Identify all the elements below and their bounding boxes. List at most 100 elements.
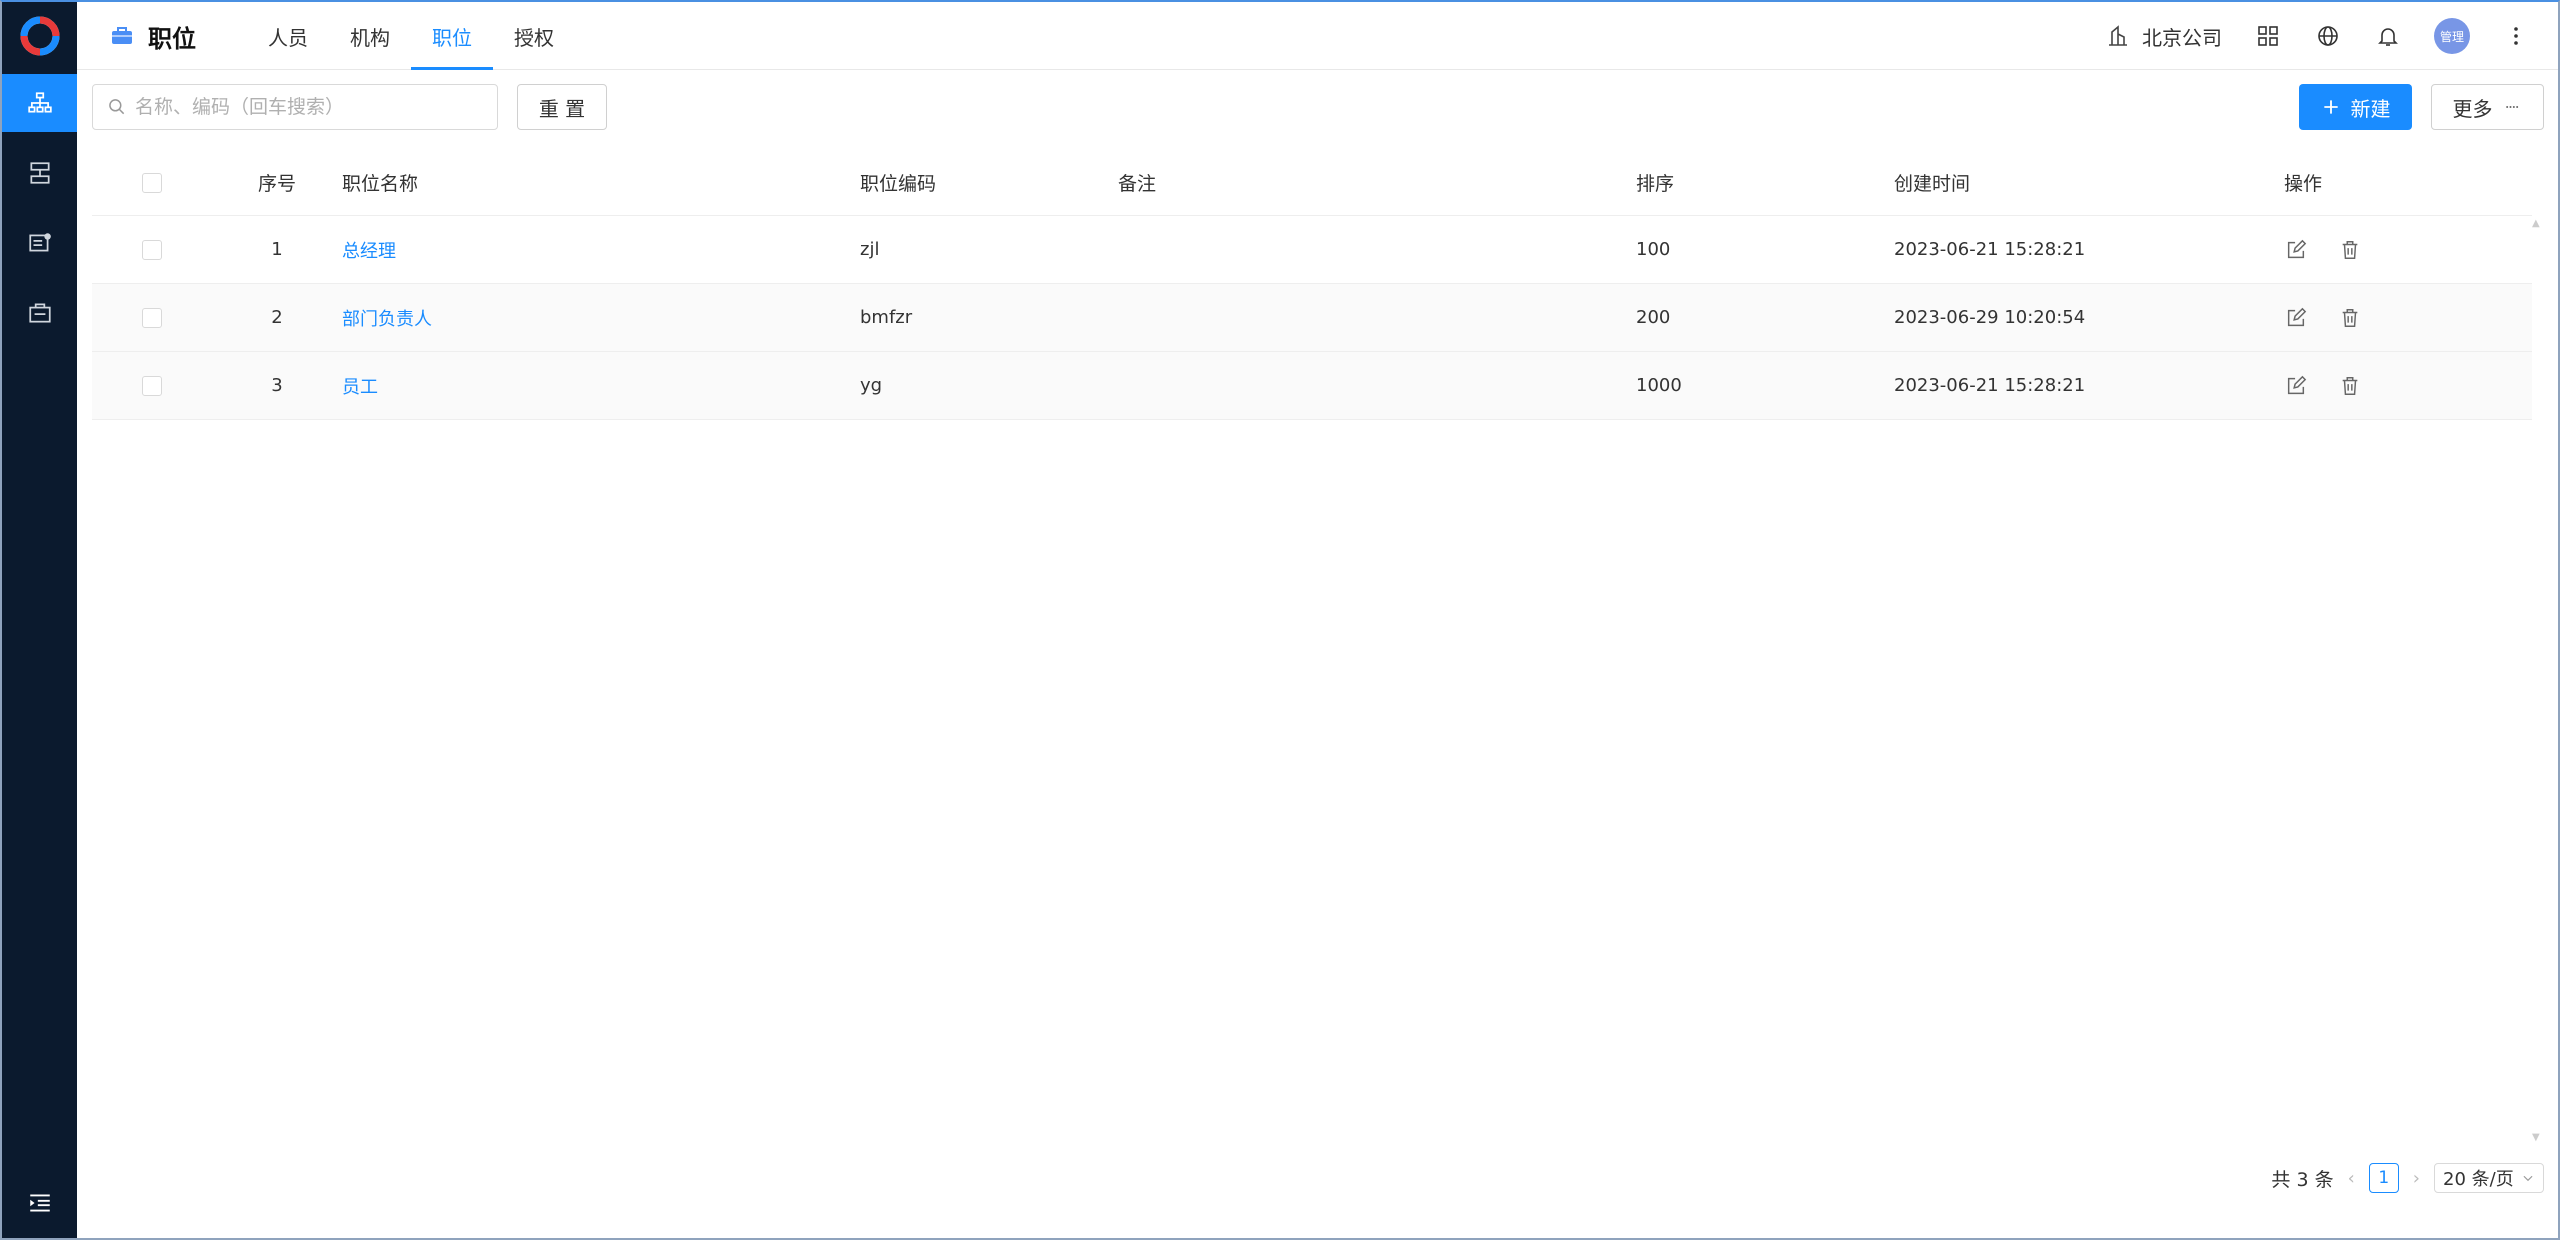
prev-page-button[interactable]: ‹ (2348, 1168, 2355, 1189)
total-count: 共 3 条 (2271, 1168, 2334, 1191)
pagination: 共 3 条 ‹ 1 › 20 条/页 (2271, 1162, 2544, 1194)
row-created: 2023-06-29 10:20:54 (1894, 307, 2086, 328)
edit-icon (2287, 239, 2307, 258)
position-name-link[interactable]: 总经理 (342, 237, 396, 263)
more-vertical-icon (2514, 27, 2518, 45)
row-name-cell: 部门负责人 (342, 284, 860, 351)
row-note (1118, 284, 1636, 351)
notification-button[interactable] (2374, 22, 2402, 50)
col-ops-header: 操作 (2284, 173, 2323, 195)
tab-position[interactable]: 职位 (411, 2, 493, 70)
row-name-cell: 员工 (342, 352, 860, 419)
sidebar-item-user-card[interactable] (2, 214, 77, 272)
user-card-icon (28, 233, 51, 252)
sidebar-item-server[interactable] (2, 144, 77, 202)
row-created: 2023-06-21 15:28:21 (1894, 375, 2086, 396)
row-code: bmfzr (860, 307, 913, 328)
row-note (1118, 216, 1636, 283)
position-name-link[interactable]: 部门负责人 (342, 305, 432, 331)
menu-fold-icon (29, 1194, 50, 1212)
scroll-up-indicator[interactable]: ▲ (2532, 218, 2540, 229)
select-all-cell (92, 150, 212, 215)
ellipsis-icon (2505, 106, 2518, 108)
row-select-cell (92, 352, 212, 419)
row-ops (2284, 352, 2532, 419)
tab-personnel[interactable]: 人员 (247, 2, 329, 70)
avatar[interactable]: 管理 (2434, 18, 2470, 54)
company-name: 北京公司 (2142, 25, 2222, 50)
row-select-cell (92, 284, 212, 351)
globe-icon (2318, 26, 2338, 46)
col-code-header: 职位编码 (860, 173, 937, 195)
row-checkbox[interactable] (142, 239, 162, 260)
org-tree-icon (27, 92, 52, 113)
server-icon (29, 162, 50, 184)
col-index-header: 序号 (257, 173, 296, 195)
trash-icon (2342, 308, 2358, 327)
row-sort: 200 (1636, 307, 1671, 328)
sidebar-collapse-button[interactable] (2, 1178, 77, 1228)
search-input[interactable] (135, 96, 475, 118)
grid-icon (2258, 26, 2278, 46)
reset-button[interactable]: 重 置 (517, 84, 607, 130)
edit-button[interactable] (2284, 238, 2308, 262)
tab-bar: 人员 机构 职位 授权 (247, 2, 575, 70)
tab-authorization[interactable]: 授权 (493, 2, 575, 70)
row-ops (2284, 284, 2532, 351)
row-created: 2023-06-21 15:28:21 (1894, 239, 2086, 260)
page-size-select[interactable]: 20 条/页 (2434, 1163, 2544, 1193)
delete-button[interactable] (2338, 306, 2362, 330)
search-box (92, 84, 498, 130)
row-code: zjl (860, 239, 880, 260)
row-sort: 1000 (1636, 375, 1682, 396)
row-select-cell (92, 216, 212, 283)
module-title-text: 职位 (148, 24, 196, 53)
table-header-row: 序号 职位名称 职位编码 备注 排序 创建时间 操作 (92, 150, 2532, 216)
table-row: 3 员工 yg 1000 2023-06-21 15:28:21 (92, 352, 2532, 420)
page-size-value: 20 条/页 (2443, 1169, 2514, 1190)
sidebar-item-briefcase[interactable] (2, 284, 77, 342)
row-index: 1 (271, 239, 283, 260)
tab-organization[interactable]: 机构 (329, 2, 411, 70)
col-sort-header: 排序 (1636, 173, 1675, 195)
select-all-checkbox[interactable] (142, 172, 162, 193)
row-ops (2284, 216, 2532, 283)
row-checkbox[interactable] (142, 375, 162, 396)
delete-button[interactable] (2338, 374, 2362, 398)
page-number-current[interactable]: 1 (2368, 1163, 2399, 1193)
chevron-down-icon (2523, 1175, 2533, 1182)
briefcase-icon (28, 303, 51, 323)
company-switcher[interactable]: 北京公司 (2106, 22, 2222, 51)
table-row: 1 总经理 zjl 100 2023-06-21 15:28:21 (92, 216, 2532, 284)
header-actions: 北京公司 管理 (2106, 2, 2530, 70)
col-name-header: 职位名称 (342, 173, 419, 195)
row-checkbox[interactable] (142, 307, 162, 328)
row-sort: 100 (1636, 239, 1671, 260)
building-icon (2109, 25, 2127, 46)
more-menu-button[interactable] (2502, 22, 2530, 50)
edit-button[interactable] (2284, 374, 2308, 398)
app-window: 职位 人员 机构 职位 授权 北京公司 管理 名称、编码（回车搜索） 重 置 新… (0, 0, 2560, 1240)
position-name-link[interactable]: 员工 (342, 373, 378, 399)
edit-button[interactable] (2284, 306, 2308, 330)
plus-icon (2323, 100, 2338, 114)
next-page-button[interactable]: › (2413, 1168, 2420, 1189)
edit-icon (2287, 375, 2307, 394)
more-button-label: 更多 (2452, 96, 2493, 121)
more-button[interactable]: 更多 (2431, 84, 2544, 130)
row-code: yg (860, 375, 883, 396)
apps-grid-button[interactable] (2254, 22, 2282, 50)
briefcase-icon (112, 27, 132, 44)
row-index: 3 (271, 375, 283, 396)
delete-button[interactable] (2338, 238, 2362, 262)
app-logo[interactable] (20, 16, 60, 56)
bell-icon (2378, 28, 2398, 46)
sidebar-item-org[interactable] (2, 74, 77, 132)
new-button[interactable]: 新建 (2299, 84, 2412, 130)
search-icon (109, 99, 125, 115)
language-button[interactable] (2314, 22, 2342, 50)
scroll-down-indicator[interactable]: ▼ (2532, 1132, 2540, 1143)
top-header: 职位 人员 机构 职位 授权 北京公司 管理 (77, 2, 2558, 70)
sidebar (2, 2, 77, 1238)
col-note-header: 备注 (1118, 173, 1157, 195)
